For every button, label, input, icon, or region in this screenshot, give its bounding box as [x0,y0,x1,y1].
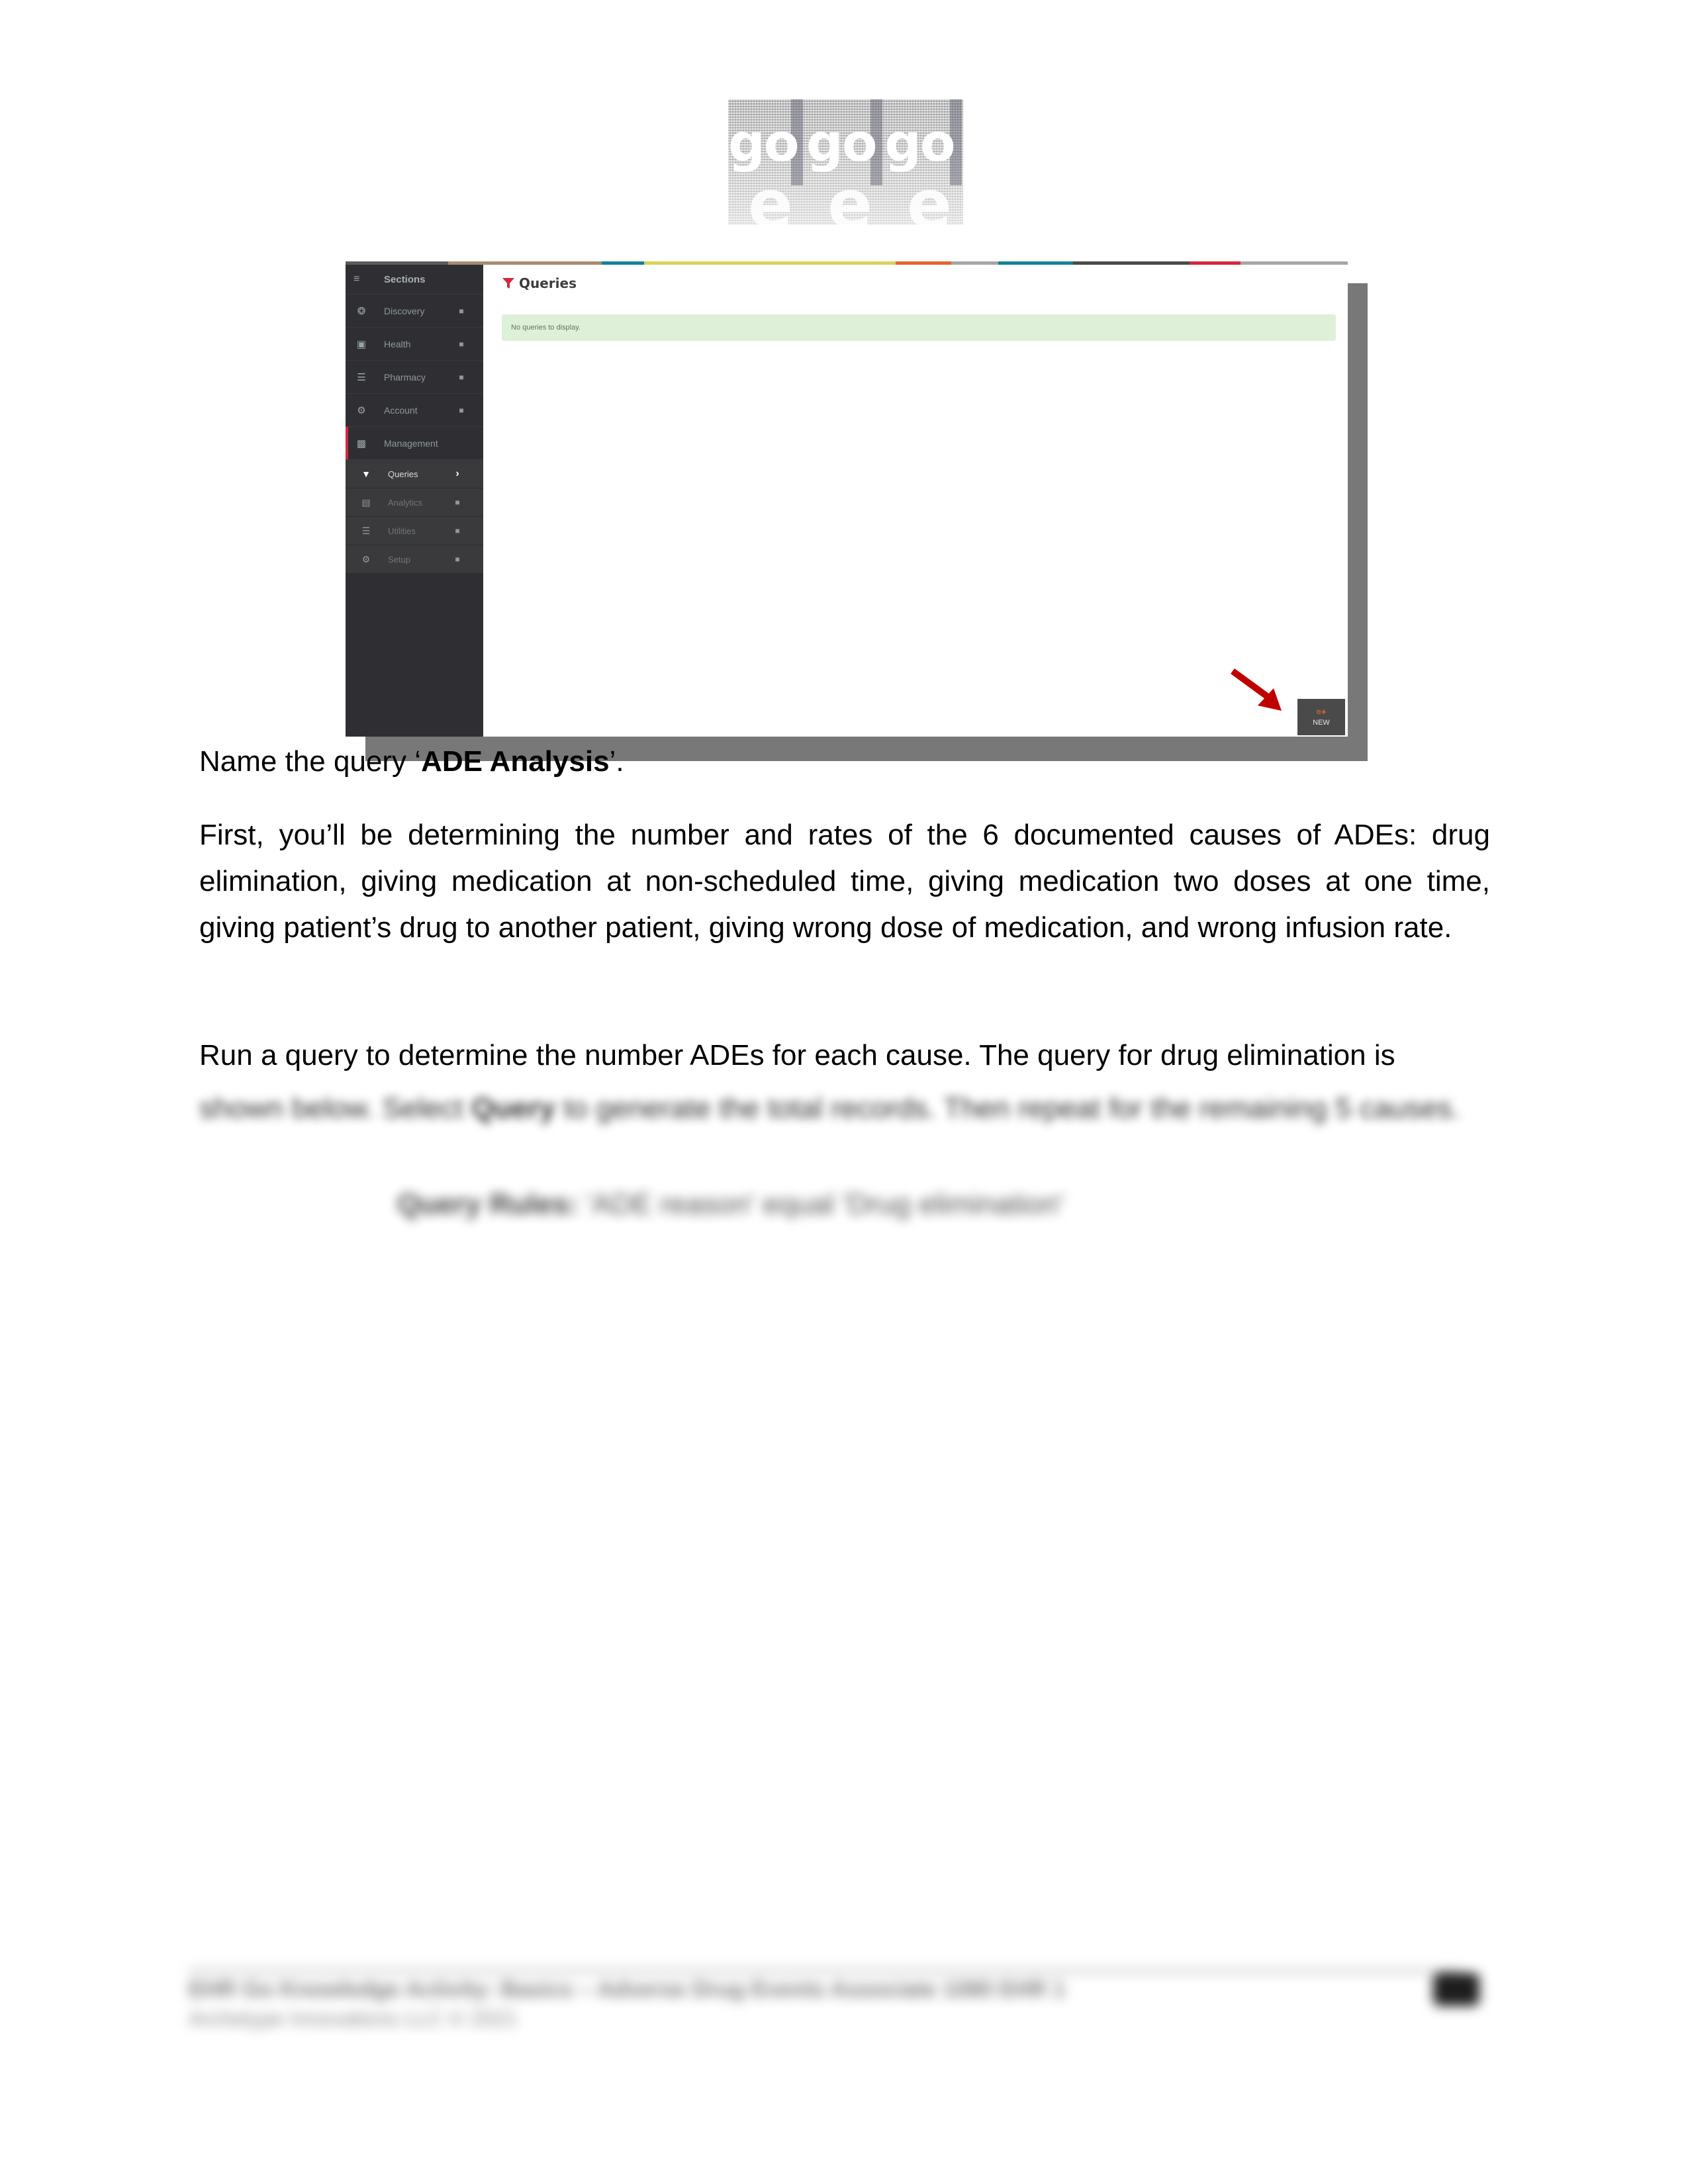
sidebar-item-discovery[interactable]: ❂ Discovery ■ [346,295,483,328]
sidebar-item-management[interactable]: ▩ Management [346,427,483,460]
paragraph-run-query: Run a query to determine the number ADEs… [199,1032,1490,1079]
annotation-arrow-icon [1231,668,1282,711]
sidebar-subitem-analytics[interactable]: ▤ Analytics ■ [346,488,483,517]
text: Run a query to determine the number ADEs… [199,1039,1395,1071]
logo-glyph: e [907,165,952,225]
lock-icon: ■ [459,339,464,349]
main-panel: Queries No queries to display. ≡+ NEW [483,265,1348,737]
query-name: ADE Analysis [421,745,610,778]
sidebar-subitem-label: Setup [388,554,410,565]
page-title-text: Queries [519,275,577,291]
lock-icon: ■ [459,372,464,382]
query-rule: Query Rules: 'ADE reason' equal 'Drug el… [397,1188,1064,1221]
medkit-icon: ▣ [356,338,367,350]
sidebar-header-label: Sections [384,273,426,285]
sidebar-subitem-utilities[interactable]: ☰ Utilities ■ [346,517,483,545]
sidebar-subitem-setup[interactable]: ⚙ Setup ■ [346,545,483,574]
footer: EHR Go Knowledge Activity: Basics – Adve… [189,1969,1479,2031]
hamburger-icon[interactable]: ≡ [353,273,369,285]
logo-glyph: e [827,165,872,225]
alert-text: No queries to display. [511,324,581,332]
sidebar-subitem-label: Utilities [388,525,416,536]
cogs-icon: ⚙ [357,404,366,416]
briefcase-icon: ▩ [356,437,367,449]
blurred-paragraph: shown below. Select Query to generate th… [199,1085,1490,1158]
barcode-icon: ☰ [357,371,366,383]
chart-icon: ▤ [361,496,371,508]
sidebar-item-label: Management [384,437,438,449]
footer-title: EHR Go Knowledge Activity: Basics – Adve… [189,1977,1066,2002]
query-rule-value: 'ADE reason' equal 'Drug elimination' [586,1188,1064,1220]
lock-icon: ■ [455,555,460,564]
query-button-ref: Query [471,1092,556,1124]
sidebar-subitem-label: Queries [388,469,418,479]
text: ’. [609,745,624,778]
footer-copyright: Archetype Innovations LLC © 2021 [189,2007,518,2030]
logo-word: go [884,114,955,173]
sidebar-subitem-label: Analytics [388,497,423,508]
funnel-icon [502,278,514,289]
sidebar-item-account[interactable]: ⚙ Account ■ [346,394,483,427]
gear-icon: ❂ [357,305,366,317]
embedded-screenshot: ≡ Sections ❂ Discovery ■ ▣ Health ■ ☰ Ph… [346,261,1348,737]
logo: go go go e e e [728,99,963,225]
text: to generate the total records. Then repe… [555,1092,1460,1124]
funnel-icon: ▼ [361,469,371,479]
sidebar-item-pharmacy[interactable]: ☰ Pharmacy ■ [346,361,483,394]
lock-icon: ■ [459,306,464,316]
sidebar-item-label: Discovery [384,305,425,316]
sidebar-item-label: Pharmacy [384,371,426,383]
sidebar-item-label: Account [384,404,418,416]
logo-word: go [806,114,877,173]
paragraph-causes: First, you’ll be determining the number … [199,819,1490,944]
sidebar-item-health[interactable]: ▣ Health ■ [346,328,483,361]
list-plus-icon: ≡+ [1316,707,1327,717]
text: Name the query ‘ [199,745,422,778]
database-icon: ☰ [361,525,371,536]
new-query-button[interactable]: ≡+ NEW [1297,699,1345,735]
lock-icon: ■ [455,526,460,535]
query-rule-label: Query Rules: [397,1188,579,1220]
page-number-badge [1433,1973,1479,2006]
logo-glyph: e [748,165,793,225]
gear-icon: ⚙ [361,553,371,565]
footer-divider [189,1969,1460,1973]
sidebar-header[interactable]: ≡ Sections [346,265,483,295]
sidebar: ≡ Sections ❂ Discovery ■ ▣ Health ■ ☰ Ph… [346,265,483,737]
logo-word: go [728,114,799,173]
chevron-right-icon: › [455,468,459,479]
sidebar-subitem-queries[interactable]: ▼ Queries › [346,460,483,488]
lock-icon: ■ [455,498,460,507]
instruction-name-query: Name the query ‘ADE Analysis’. [199,739,1490,785]
empty-state-alert: No queries to display. [502,314,1336,341]
page-title: Queries [502,275,577,291]
lock-icon: ■ [459,405,464,415]
new-button-label: NEW [1313,719,1330,727]
sidebar-item-label: Health [384,338,411,349]
text: shown below. Select [199,1092,471,1124]
